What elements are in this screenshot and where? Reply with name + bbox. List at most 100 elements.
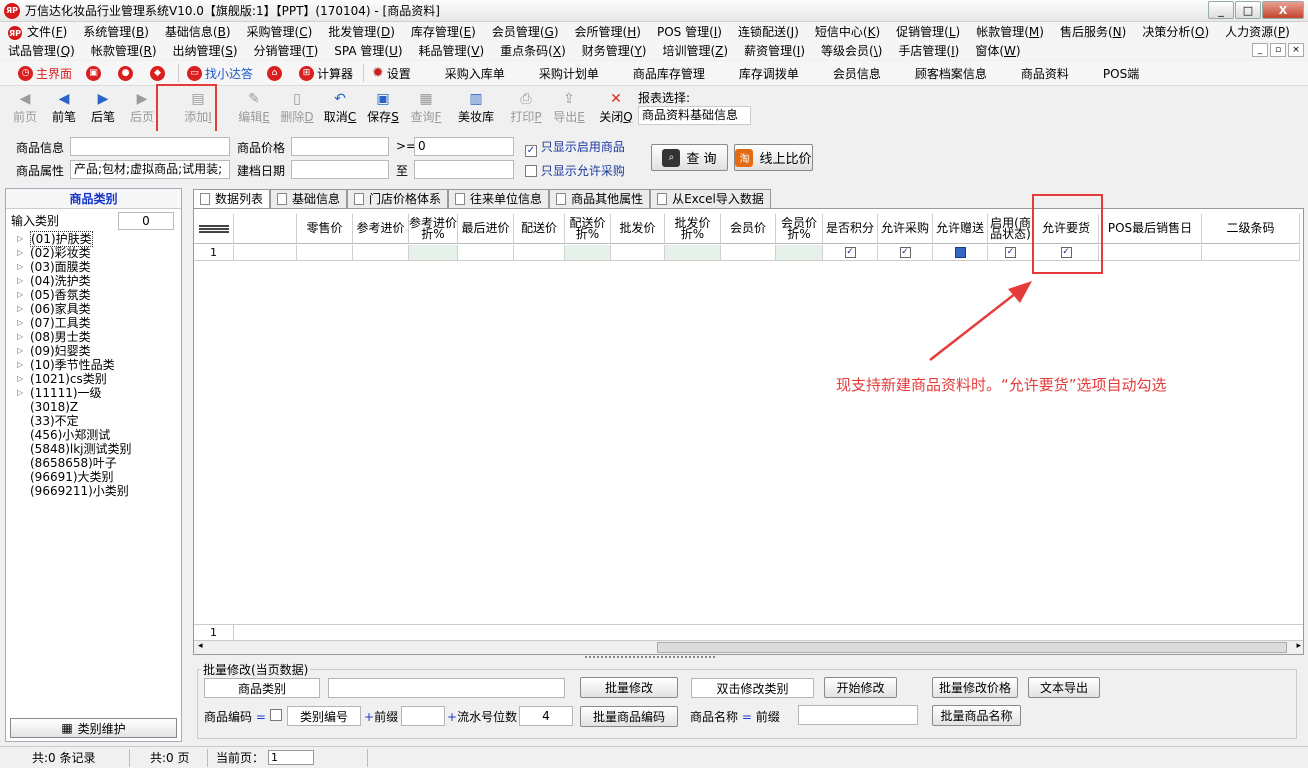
table-cell[interactable] [565,245,611,261]
table-cell[interactable] [409,245,458,261]
category-field[interactable]: 商品类别 [204,678,320,698]
tree-item[interactable]: ▷ (02)彩妆类 [6,246,181,260]
table-cell[interactable] [665,245,721,261]
column-header[interactable]: 零售价 [297,214,353,244]
dblclick-category-field[interactable]: 双击修改类别 [691,678,814,698]
batch-edit-button[interactable]: 批量修改 [580,677,678,698]
start-edit-button[interactable]: 开始修改 [824,677,897,698]
tree-item[interactable]: ▷ (03)面膜类 [6,260,181,274]
quick-link-5[interactable]: 顾客档案信息 [915,65,987,82]
category-maintain-button[interactable]: ▦ 类别维护 [10,718,177,738]
table-row[interactable]: 1 ✓ ✓ ✓ ✓ [194,245,1300,261]
prefix-input[interactable] [401,706,445,726]
created-date-from-input[interactable] [291,160,389,179]
tab-3[interactable]: 往来单位信息 [448,189,550,208]
find-assistant-link[interactable]: ▭ 找小达答 [187,65,253,82]
category-input-label[interactable]: 输入类别 [6,212,118,230]
tree-item[interactable]: ▷ (08)男士类 [6,330,181,344]
cell-checkbox[interactable] [954,247,966,258]
column-header[interactable]: 允许采购 [878,214,933,244]
quick-link-0[interactable]: 采购入库单 [445,65,505,82]
menu_row1-item-8[interactable]: POS 管理(I) [649,23,730,40]
cell-checkbox[interactable]: ✓ [1005,247,1016,258]
tree-item[interactable]: (5848)lkj测试类别 [6,442,181,456]
delete-button[interactable]: ▯ 删除D [278,87,316,127]
save-button[interactable]: ▣ 保存S [364,87,402,127]
code-rule-checkbox[interactable] [270,709,282,721]
tree-item[interactable]: (96691)大类别 [6,470,181,484]
menu_row1-item-3[interactable]: 采购管理(C) [239,23,321,40]
tab-4[interactable]: 商品其他属性 [549,189,651,208]
next-record-button[interactable]: ▶ 后笔 [84,87,122,127]
menu_row1-item-6[interactable]: 会员管理(G) [484,23,567,40]
home-shortcut[interactable]: ⌂ [267,65,285,81]
tree-item[interactable]: ▷ (07)工具类 [6,316,181,330]
prev-record-button[interactable]: ◀ 前笔 [45,87,83,127]
menu_row2-item-1[interactable]: 帐款管理(R) [83,42,165,59]
menu_row2-item-9[interactable]: 薪资管理(I) [736,42,813,59]
tab-1[interactable]: 基础信息 [270,189,348,208]
table-cell[interactable] [297,245,353,261]
tree-item[interactable]: ▷ (01)护肤类 [6,231,181,247]
quick-link-4[interactable]: 会员信息 [833,65,881,82]
expand-arrow-icon[interactable]: ▷ [17,372,23,386]
close-button[interactable]: ✕ 关闭Q [597,87,635,127]
tree-item[interactable]: ▷ (1021)cs类别 [6,372,181,386]
mdi-close-button[interactable]: × [1288,43,1304,57]
only-enabled-checkbox[interactable]: ✓ 只显示启用商品 [525,138,625,157]
settings-link[interactable]: ✹ 设置 [372,65,411,82]
column-header[interactable]: 参考进价折% [409,214,458,244]
menu_row2-item-6[interactable]: 重点条码(X) [492,42,574,59]
column-header[interactable]: 启用(商品状态) [988,214,1034,244]
column-header[interactable]: 是否积分 [823,214,878,244]
mdi-restore-button[interactable]: ▫ [1270,43,1286,57]
menu_row1-item-14[interactable]: 决策分析(O) [1134,23,1217,40]
maximize-button[interactable]: □ [1235,1,1261,19]
shield-shortcut[interactable]: ◆ [150,65,168,81]
category-code-field[interactable]: 类别编号 [287,706,361,726]
name-prefix-input[interactable] [798,705,918,725]
menu_row2-item-8[interactable]: 培训管理(Z) [654,42,736,59]
scroll-right-icon[interactable]: ▸ [1296,641,1301,651]
price-value-input[interactable]: 0 [414,137,514,156]
menu_row2-item-5[interactable]: 耗品管理(V) [411,42,493,59]
expand-arrow-icon[interactable]: ▷ [17,288,23,302]
product-info-input[interactable] [70,137,230,156]
lock-shortcut[interactable]: ▣ [86,65,104,81]
grid-corner[interactable] [194,214,234,244]
print-button[interactable]: ⎙ 打印P [507,87,545,127]
product-attr-input[interactable]: 产品;包材;虚拟商品;试用装; [70,160,230,179]
created-date-to-input[interactable] [414,160,514,179]
table-cell[interactable] [458,245,514,261]
batch-code-button[interactable]: 批量商品编码 [580,706,678,727]
column-header[interactable]: 参考进价 [353,214,409,244]
menu_row2-item-4[interactable]: SPA 管理(U) [326,42,410,59]
calculator-link[interactable]: ⊞ 计算器 [299,65,353,82]
cell-checkbox[interactable]: ✓ [899,247,911,258]
tree-item[interactable]: (9669211)小类别 [6,484,181,498]
table-cell[interactable] [1202,245,1300,261]
tree-item[interactable]: ▷ (04)洗护类 [6,274,181,288]
table-cell[interactable] [234,245,297,261]
menu_row2-item-0[interactable]: 试品管理(Q) [0,42,83,59]
column-header[interactable]: 最后进价 [458,214,514,244]
category-value-field[interactable] [328,678,565,698]
menu_row1-item-12[interactable]: 帐款管理(M) [968,23,1052,40]
tab-0[interactable]: 数据列表 [193,189,271,208]
menu_row2-item-3[interactable]: 分销管理(T) [246,42,327,59]
tree-item[interactable]: (3018)Z [6,400,181,414]
expand-arrow-icon[interactable]: ▷ [17,260,23,274]
only-purchase-checkbox[interactable]: 只显示允许采购 [525,162,625,179]
scroll-left-icon[interactable]: ◂ [198,641,203,651]
tab-5[interactable]: 从Excel导入数据 [650,189,771,208]
expand-arrow-icon[interactable]: ▷ [17,316,23,330]
batch-price-button[interactable]: 批量修改价格 [932,677,1018,698]
cancel-button[interactable]: ↶ 取消C [321,87,359,127]
table-cell[interactable] [353,245,409,261]
quick-link-3[interactable]: 库存调拨单 [739,65,799,82]
online-compare-button[interactable]: 淘线上比价 [734,144,813,171]
minimize-button[interactable]: _ [1208,1,1234,19]
table-cell[interactable]: ✓ [823,245,878,261]
menu_row2-item-12[interactable]: 窗体(W) [967,42,1028,59]
table-cell[interactable]: ✓ [878,245,933,261]
